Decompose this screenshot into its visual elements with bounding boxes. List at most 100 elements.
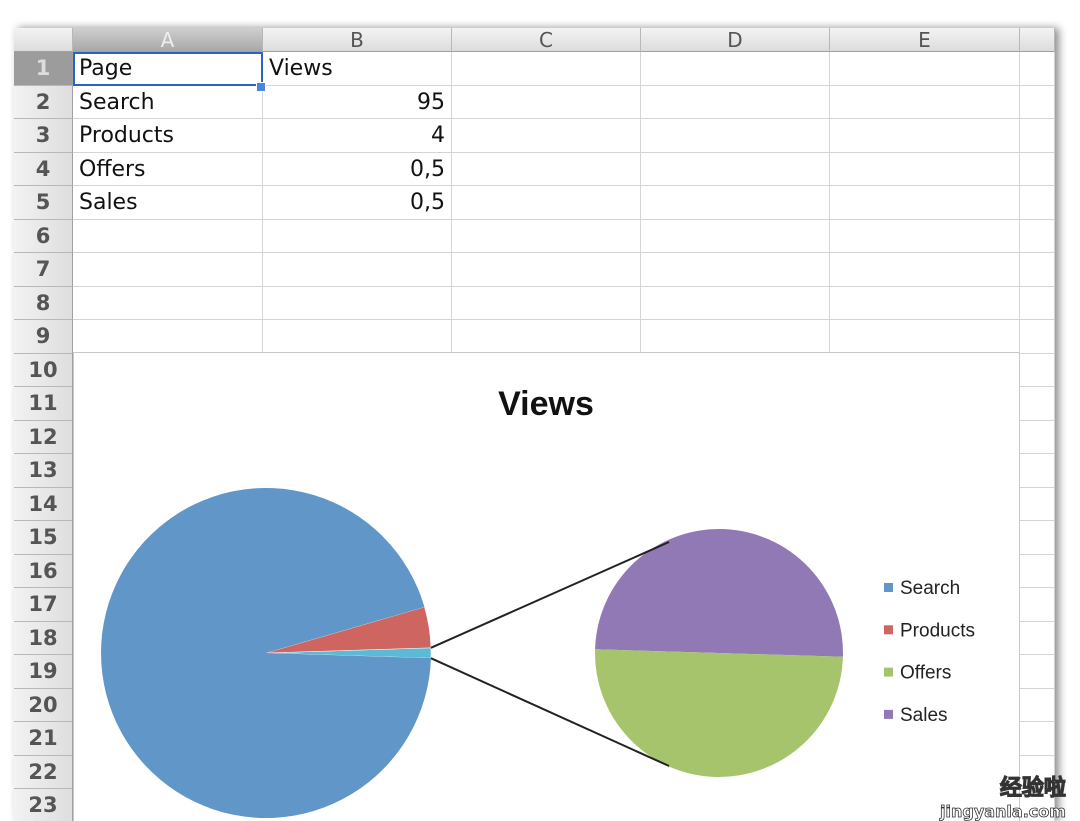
cell-C2[interactable]: [452, 85, 641, 119]
cell-F9[interactable]: [1020, 320, 1055, 354]
cell-B3[interactable]: 4: [263, 119, 452, 153]
cell-F7[interactable]: [1020, 253, 1055, 287]
pie-chart[interactable]: Views Search Products Offers Sales: [73, 352, 1020, 821]
cell-A2[interactable]: Search: [73, 85, 263, 119]
row-header-8[interactable]: 8: [14, 286, 73, 320]
cell-D7[interactable]: [641, 253, 830, 287]
cell-D9[interactable]: [641, 320, 830, 354]
cell-C1[interactable]: [452, 52, 641, 86]
row-header-20[interactable]: 20: [14, 688, 73, 722]
row-header-18[interactable]: 18: [14, 621, 73, 655]
cell-C3[interactable]: [452, 119, 641, 153]
column-header-c[interactable]: C: [452, 28, 641, 52]
row-header-10[interactable]: 10: [14, 353, 73, 387]
cell-F11[interactable]: [1020, 387, 1055, 421]
cell-C7[interactable]: [452, 253, 641, 287]
row-header-9[interactable]: 9: [14, 320, 73, 354]
cell-B9[interactable]: [263, 320, 452, 354]
cell-D2[interactable]: [641, 85, 830, 119]
cell-F13[interactable]: [1020, 454, 1055, 488]
cell-B6[interactable]: [263, 219, 452, 253]
row-header-22[interactable]: 22: [14, 755, 73, 789]
row-header-23[interactable]: 23: [14, 789, 73, 821]
cell-F4[interactable]: [1020, 152, 1055, 186]
cell-E7[interactable]: [830, 253, 1020, 287]
row-header-7[interactable]: 7: [14, 253, 73, 287]
column-header-f[interactable]: [1020, 28, 1055, 52]
row-header-2[interactable]: 2: [14, 85, 73, 119]
cell-F3[interactable]: [1020, 119, 1055, 153]
cell-D4[interactable]: [641, 152, 830, 186]
cell-F5[interactable]: [1020, 186, 1055, 220]
cell-C9[interactable]: [452, 320, 641, 354]
row-header-19[interactable]: 19: [14, 655, 73, 689]
cell-D5[interactable]: [641, 186, 830, 220]
cell-F19[interactable]: [1020, 655, 1055, 689]
cell-A1[interactable]: Page: [73, 52, 263, 86]
cell-C4[interactable]: [452, 152, 641, 186]
column-header-e[interactable]: E: [830, 28, 1020, 52]
cell-E9[interactable]: [830, 320, 1020, 354]
cell-B1[interactable]: Views: [263, 52, 452, 86]
select-all-corner[interactable]: [14, 28, 73, 52]
cell-F8[interactable]: [1020, 286, 1055, 320]
cell-C5[interactable]: [452, 186, 641, 220]
row-header-5[interactable]: 5: [14, 186, 73, 220]
cell-F20[interactable]: [1020, 688, 1055, 722]
cell-A8[interactable]: [73, 286, 263, 320]
row-header-16[interactable]: 16: [14, 554, 73, 588]
cell-A3[interactable]: Products: [73, 119, 263, 153]
cell-D8[interactable]: [641, 286, 830, 320]
cell-F15[interactable]: [1020, 521, 1055, 555]
cell-E5[interactable]: [830, 186, 1020, 220]
cell-F14[interactable]: [1020, 487, 1055, 521]
cell-E3[interactable]: [830, 119, 1020, 153]
cell-A4[interactable]: Offers: [73, 152, 263, 186]
cell-B7[interactable]: [263, 253, 452, 287]
cell-A9[interactable]: [73, 320, 263, 354]
fill-handle[interactable]: [256, 82, 266, 92]
cell-C6[interactable]: [452, 219, 641, 253]
cell-D1[interactable]: [641, 52, 830, 86]
column-header-b[interactable]: B: [263, 28, 452, 52]
cell-E8[interactable]: [830, 286, 1020, 320]
spreadsheet-window: ABCDE 1 2 3 4 5 6 7 8 9 10 11 12 13 14 15 16 17 18 19 20 21 2…: [0, 0, 1080, 821]
cell-B4[interactable]: 0,5: [263, 152, 452, 186]
cell-F12[interactable]: [1020, 420, 1055, 454]
cell-F21[interactable]: [1020, 722, 1055, 756]
column-header-a[interactable]: A: [73, 28, 263, 52]
cell-A5[interactable]: Sales: [73, 186, 263, 220]
row-header-13[interactable]: 13: [14, 454, 73, 488]
chart-svg: Views Search Products Offers Sales: [101, 385, 975, 818]
row-header-15[interactable]: 15: [14, 521, 73, 555]
row-header-1[interactable]: 1: [14, 52, 73, 86]
cell-E1[interactable]: [830, 52, 1020, 86]
row-header-21[interactable]: 21: [14, 722, 73, 756]
row-header-11[interactable]: 11: [14, 387, 73, 421]
cell-F10[interactable]: [1020, 353, 1055, 387]
cell-F16[interactable]: [1020, 554, 1055, 588]
row-header-4[interactable]: 4: [14, 152, 73, 186]
cell-C8[interactable]: [452, 286, 641, 320]
cell-D6[interactable]: [641, 219, 830, 253]
cell-D3[interactable]: [641, 119, 830, 153]
cell-F2[interactable]: [1020, 85, 1055, 119]
cell-F18[interactable]: [1020, 621, 1055, 655]
cell-E2[interactable]: [830, 85, 1020, 119]
row-header-6[interactable]: 6: [14, 219, 73, 253]
cell-B8[interactable]: [263, 286, 452, 320]
cell-B2[interactable]: 95: [263, 85, 452, 119]
row-header-14[interactable]: 14: [14, 487, 73, 521]
row-header-12[interactable]: 12: [14, 420, 73, 454]
row-header-17[interactable]: 17: [14, 588, 73, 622]
cell-F1[interactable]: [1020, 52, 1055, 86]
cell-F6[interactable]: [1020, 219, 1055, 253]
cell-B5[interactable]: 0,5: [263, 186, 452, 220]
cell-E6[interactable]: [830, 219, 1020, 253]
column-header-d[interactable]: D: [641, 28, 830, 52]
cell-F17[interactable]: [1020, 588, 1055, 622]
cell-A7[interactable]: [73, 253, 263, 287]
row-header-3[interactable]: 3: [14, 119, 73, 153]
cell-E4[interactable]: [830, 152, 1020, 186]
cell-A6[interactable]: [73, 219, 263, 253]
